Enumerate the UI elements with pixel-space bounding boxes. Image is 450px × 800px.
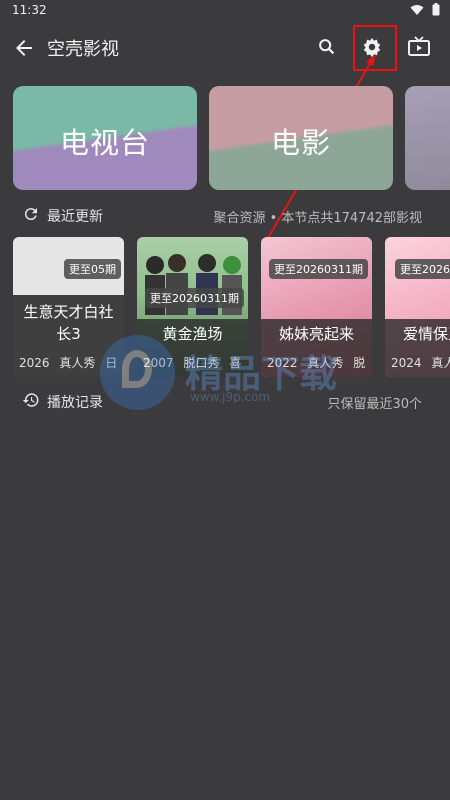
category-label: 电视台: [59, 126, 150, 160]
status-time: 11:32: [12, 3, 47, 17]
refresh-icon[interactable]: [22, 205, 40, 223]
wifi-icon: [410, 4, 424, 16]
play-history-header: 播放记录 只保留最近30个: [0, 389, 450, 413]
page-title: 空壳影视: [47, 39, 119, 60]
recent-updates-header: 最近更新 聚合资源 • 本节点共174742部影视: [0, 203, 450, 227]
card-tag: 真人: [431, 356, 450, 370]
media-card[interactable]: 更至2026 爱情保卫 2024 真人: [385, 237, 450, 377]
section-title: 最近更新: [47, 209, 103, 225]
search-button[interactable]: [316, 36, 338, 58]
card-tag: 真人秀: [59, 356, 96, 370]
section-title: 播放记录: [47, 395, 103, 411]
arrow-left-icon: [16, 40, 32, 56]
card-meta: 2024 真人: [391, 354, 450, 371]
episode-badge: 更至20260311期: [269, 259, 368, 279]
category-tile-tv[interactable]: 电视台: [13, 86, 197, 190]
status-icons: [410, 3, 440, 16]
resource-count-info: 聚合资源 • 本节点共174742部影视: [213, 211, 422, 226]
highlight-annotation-box: [353, 25, 397, 71]
category-tile-movie[interactable]: 电影: [209, 86, 393, 190]
search-icon: [319, 39, 335, 55]
battery-icon: [432, 3, 440, 16]
episode-badge: 更至2026: [395, 259, 450, 279]
back-button[interactable]: [12, 36, 36, 60]
card-year: 2026: [19, 356, 50, 370]
category-label: 电影: [270, 126, 331, 160]
category-carousel: 电视台 电影: [0, 86, 450, 190]
live-tv-button[interactable]: [407, 36, 431, 58]
history-limit-info: 只保留最近30个: [327, 397, 422, 412]
card-year: 2024: [391, 356, 422, 370]
category-tile-more[interactable]: [405, 86, 450, 190]
episode-badge: 更至20260311期: [145, 288, 244, 308]
status-bar: 11:32: [0, 0, 450, 22]
card-title: 爱情保卫: [403, 325, 450, 343]
history-icon[interactable]: [22, 391, 40, 409]
tv-icon: [408, 36, 430, 56]
episode-badge: 更至05期: [64, 259, 121, 279]
